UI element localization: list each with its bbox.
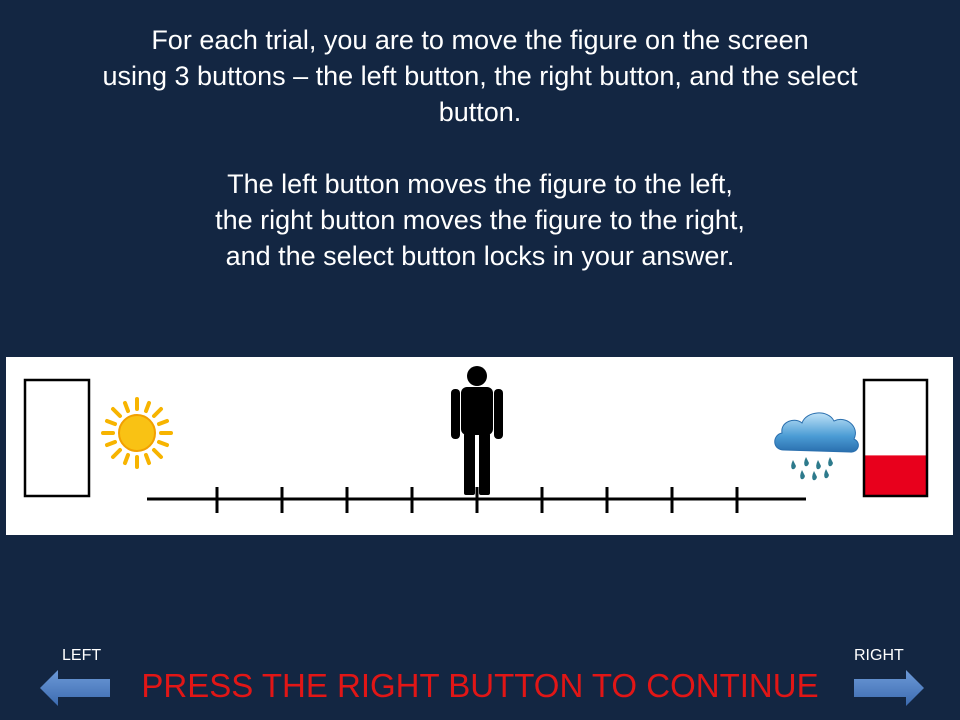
- sun-icon: [101, 397, 173, 469]
- instruction-line: For each trial, you are to move the figu…: [151, 25, 809, 55]
- instructions-text: For each trial, you are to move the figu…: [0, 22, 960, 274]
- rating-scale-panel: [6, 357, 953, 535]
- instruction-line: button.: [438, 97, 522, 127]
- left-level-box: [23, 378, 91, 498]
- rating-scale-graphic: [23, 366, 929, 513]
- instruction-line: the right button moves the figure to the…: [215, 205, 745, 235]
- instruction-line: using 3 buttons – the left button, the r…: [102, 61, 858, 91]
- person-figure-icon[interactable]: [451, 366, 503, 495]
- right-level-fill: [864, 455, 927, 496]
- left-button-label: LEFT: [62, 647, 102, 664]
- instruction-line: The left button moves the figure to the …: [227, 169, 733, 199]
- continue-prompt: PRESS THE RIGHT BUTTON TO CONTINUE: [141, 667, 819, 704]
- right-button-label: RIGHT: [854, 647, 904, 664]
- rain-cloud-icon: [774, 412, 859, 481]
- instruction-line: and the select button locks in your answ…: [225, 241, 735, 271]
